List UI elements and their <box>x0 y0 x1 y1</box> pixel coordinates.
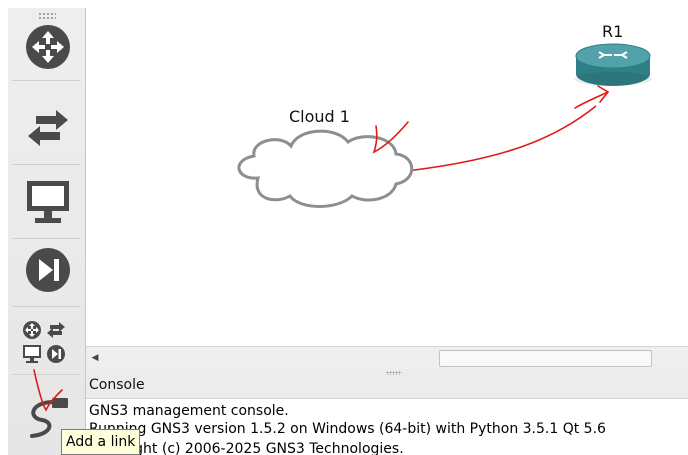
router-mini-icon <box>23 321 41 339</box>
link-cable[interactable] <box>397 105 597 173</box>
console-header: Console <box>86 369 688 399</box>
switches-category-button[interactable] <box>24 104 72 152</box>
console-line: Running GNS3 version 1.5.2 on Windows (6… <box>89 421 606 437</box>
switch-arrows-icon <box>28 110 68 146</box>
end-devices-category-button[interactable] <box>24 178 72 226</box>
play-mini-icon <box>47 345 65 363</box>
routers-category-button[interactable] <box>24 23 72 71</box>
monitor-mini-icon <box>23 345 41 363</box>
cloud-icon[interactable] <box>237 129 414 208</box>
switch-mini-icon <box>47 322 65 338</box>
scrollbar-thumb[interactable] <box>439 350 652 367</box>
router-move-icon <box>26 25 70 69</box>
console-title: Console <box>89 377 145 393</box>
topology-canvas[interactable]: Cloud 1 R1 <box>86 8 688 346</box>
dock-resize-handle[interactable] <box>386 371 402 375</box>
router-label: R1 <box>602 22 624 41</box>
toolbar-grip[interactable] <box>38 12 56 20</box>
console-line: GNS3 management console. <box>89 403 289 419</box>
monitor-icon <box>27 181 69 223</box>
device-toolbar <box>8 8 86 455</box>
console-dock: Console GNS3 management console. Running… <box>86 369 688 455</box>
add-link-tooltip: Add a link <box>61 429 141 455</box>
cloud-label: Cloud 1 <box>289 107 350 126</box>
router-icon[interactable] <box>574 43 652 86</box>
play-next-icon <box>26 248 70 292</box>
security-devices-category-button[interactable] <box>24 246 72 294</box>
gns3-main-window: Cloud 1 R1 ◀ Console GNS3 management con… <box>0 0 688 455</box>
canvas-horizontal-scrollbar[interactable]: ◀ <box>86 346 688 370</box>
scroll-left-arrow-icon[interactable]: ◀ <box>86 347 104 369</box>
all-devices-category-button[interactable] <box>22 316 72 368</box>
